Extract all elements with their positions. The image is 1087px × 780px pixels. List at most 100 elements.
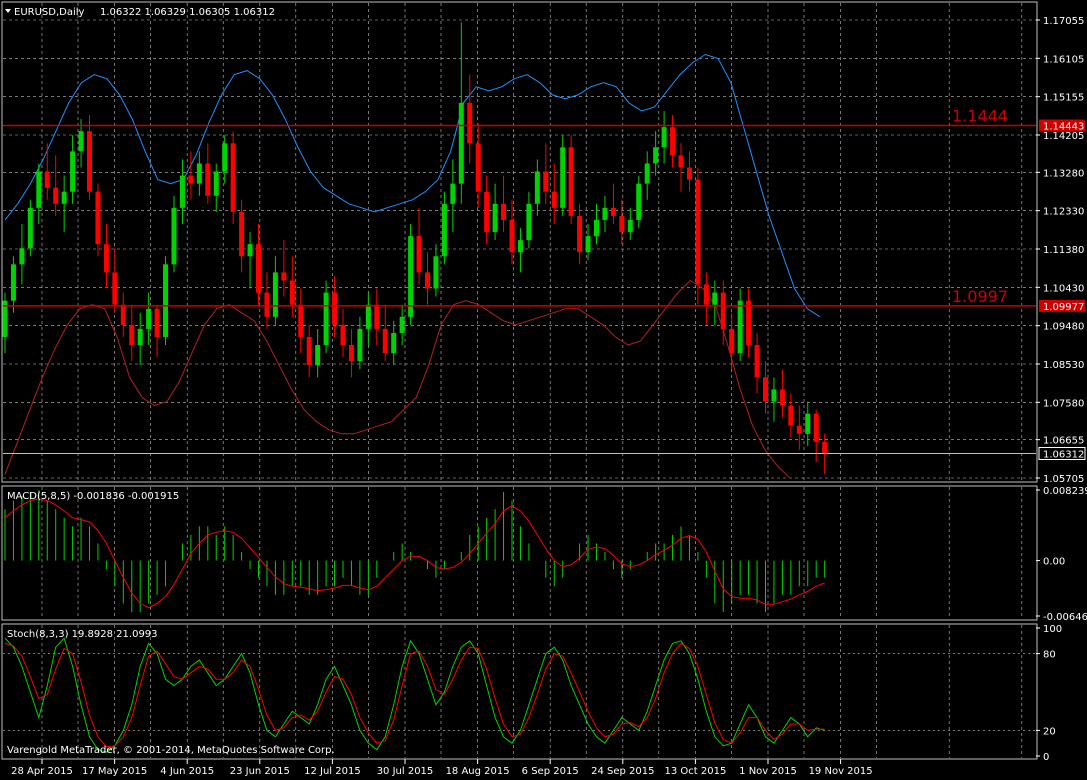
candle-body <box>95 191 101 245</box>
candle-body <box>686 167 692 180</box>
chart-area[interactable]: 1.144431.14441.099771.09971.06312 0.0082… <box>0 0 1087 780</box>
candle-body <box>365 304 371 329</box>
candle-body <box>146 308 152 329</box>
candle-body <box>323 292 329 346</box>
candle-body <box>348 345 354 362</box>
hline-label: 1.0997 <box>952 287 1008 306</box>
y-tick-label: 1.08530 <box>1043 360 1084 371</box>
candle-body <box>585 236 591 253</box>
x-tick-label: 19 Nov 2015 <box>809 766 873 777</box>
y-tick-label: 1.10430 <box>1043 283 1084 294</box>
x-tick-label: 4 Jun 2015 <box>160 766 214 777</box>
candle-body <box>112 272 118 305</box>
candle-body <box>610 207 616 216</box>
macd-label: MACD(5,8,5) -0.001836 -0.001915 <box>7 491 179 502</box>
y-tick-label: 1.12330 <box>1043 207 1084 218</box>
candle-body <box>196 163 202 184</box>
candle-body <box>289 280 295 305</box>
candle-body <box>467 102 473 144</box>
candle-body <box>78 131 84 152</box>
x-tick-label: 28 Apr 2015 <box>11 766 73 777</box>
candle-body <box>737 300 743 354</box>
candle-body <box>813 413 819 442</box>
candle-body <box>27 207 33 249</box>
candle-body <box>661 127 667 148</box>
x-tick-label: 17 May 2015 <box>82 766 147 777</box>
candle-body <box>163 264 169 337</box>
candle-body <box>239 211 245 257</box>
candle-body <box>771 389 777 402</box>
candle-body <box>822 441 828 454</box>
candle-body <box>509 219 515 253</box>
candle-body <box>44 171 50 188</box>
candle-body <box>61 191 67 204</box>
symbol-header[interactable]: EURUSD,Daily 1.06322 1.06329 1.06305 1.0… <box>5 7 275 18</box>
candle-body <box>484 191 490 233</box>
candle-body <box>560 147 566 208</box>
candle-body <box>256 244 261 293</box>
macd-y-tick-label: -0.006469 <box>1043 612 1087 623</box>
candle-body <box>729 328 735 354</box>
candle-body <box>222 143 228 172</box>
symbol-title: EURUSD,Daily <box>14 7 85 18</box>
y-tick-label: 1.17055 <box>1043 16 1084 27</box>
candle-body <box>306 336 312 366</box>
candle-body <box>492 203 498 233</box>
candle-body <box>568 147 574 216</box>
stoch-y-tick-label: 20 <box>1043 726 1056 737</box>
y-tick-label: 1.07580 <box>1043 398 1084 409</box>
y-tick-label: 1.11380 <box>1043 245 1084 256</box>
candle-body <box>391 332 397 354</box>
candle-body <box>332 292 338 325</box>
candle-body <box>746 300 752 346</box>
candle-body <box>382 328 388 354</box>
candle-body <box>315 345 321 366</box>
candle-body <box>805 413 811 434</box>
x-tick-label: 18 Aug 2015 <box>446 766 510 777</box>
candle-body <box>788 405 794 426</box>
candle-body <box>213 171 219 196</box>
candle-body <box>517 240 523 253</box>
candle-body <box>501 203 507 220</box>
macd-y-tick-label: 0.008239 <box>1043 486 1087 497</box>
candle-body <box>298 304 304 337</box>
candle-body <box>53 187 59 204</box>
y-tick-label: 1.15155 <box>1043 93 1084 104</box>
candle-body <box>695 179 701 285</box>
candle-body <box>87 131 92 192</box>
candle-body <box>416 236 422 273</box>
candle-body <box>779 389 785 406</box>
candle-body <box>374 304 380 329</box>
stoch-label: Stoch(8,3,3) 19.8928 21.0993 <box>7 629 158 640</box>
stoch-y-tick-label: 0 <box>1043 752 1049 763</box>
x-tick-label: 24 Sep 2015 <box>591 766 654 777</box>
hline-price-tag-label: 1.09977 <box>1043 302 1084 313</box>
candle-body <box>399 316 405 333</box>
candle-body <box>137 328 143 346</box>
candle-body <box>678 155 684 168</box>
candle-body <box>103 244 109 273</box>
candle-body <box>594 219 599 237</box>
macd-y-tick-label: 0.00 <box>1043 557 1065 568</box>
candle-body <box>247 244 253 257</box>
x-tick-label: 6 Sep 2015 <box>522 766 579 777</box>
candle-body <box>281 272 287 281</box>
y-tick-label: 1.16105 <box>1043 54 1084 65</box>
candle-body <box>357 328 363 362</box>
candle-body <box>763 377 768 402</box>
candle-body <box>703 284 709 305</box>
candle-body <box>475 143 481 192</box>
candle-body <box>120 304 126 325</box>
candle-body <box>433 256 439 289</box>
candle-body <box>712 292 718 305</box>
candle-body <box>340 324 346 346</box>
y-tick-label: 1.13280 <box>1043 168 1084 179</box>
y-tick-label: 1.06655 <box>1043 436 1084 447</box>
candle-body <box>458 102 464 184</box>
candle-body <box>264 292 270 317</box>
candle-body <box>10 264 16 301</box>
candle-body <box>425 272 430 289</box>
stoch-y-tick-label: 80 <box>1043 650 1056 661</box>
candle-body <box>602 207 608 220</box>
candle-body <box>450 183 456 204</box>
